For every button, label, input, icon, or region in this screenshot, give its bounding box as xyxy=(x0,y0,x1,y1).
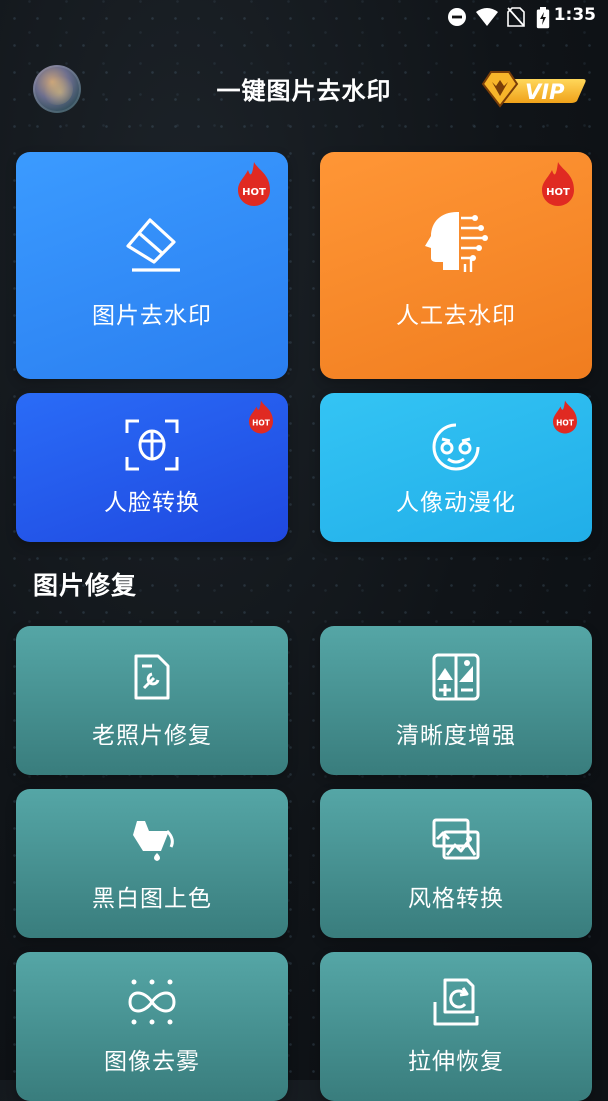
card-label: 黑白图上色 xyxy=(92,886,212,912)
contrast-enhance-icon xyxy=(432,653,480,701)
stretch-restore-icon xyxy=(433,978,479,1026)
face-scan-icon xyxy=(125,419,179,471)
card-anime-portrait[interactable]: HOT 人像动漫化 xyxy=(320,393,592,542)
card-label: 老照片修复 xyxy=(92,723,212,749)
section-title-repair: 图片修复 xyxy=(33,571,138,600)
no-sim-icon xyxy=(507,7,525,27)
card-label: 人工去水印 xyxy=(396,303,516,329)
vip-badge[interactable]: VIP xyxy=(473,69,587,109)
card-manual-removal[interactable]: HOT 人工去水印 xyxy=(320,152,592,379)
photo-repair-icon xyxy=(134,654,170,700)
svg-text:HOT: HOT xyxy=(546,187,570,198)
do-not-disturb-icon xyxy=(448,8,466,26)
status-time: 1:35 xyxy=(553,5,596,25)
card-colorize[interactable]: 黑白图上色 xyxy=(16,789,288,938)
hot-badge-icon: HOT xyxy=(249,400,273,434)
svg-text:HOT: HOT xyxy=(252,418,271,427)
hot-badge-icon: HOT xyxy=(238,162,270,206)
card-label: 清晰度增强 xyxy=(396,723,516,749)
wifi-icon xyxy=(476,8,498,26)
hot-badge-icon: HOT xyxy=(542,162,574,206)
status-bar: 1:35 xyxy=(0,0,608,34)
app-header: 一键图片去水印 VIP xyxy=(0,56,608,122)
card-old-photo-repair[interactable]: 老照片修复 xyxy=(16,626,288,775)
card-label: 人脸转换 xyxy=(104,490,200,516)
eraser-icon xyxy=(126,218,180,272)
hot-badge-icon: HOT xyxy=(553,400,577,434)
dehaze-icon xyxy=(128,979,176,1025)
anime-face-icon xyxy=(432,423,480,471)
vip-label: VIP xyxy=(525,80,565,104)
style-transfer-icon xyxy=(432,818,480,860)
ai-head-icon xyxy=(425,212,488,272)
card-face-swap[interactable]: HOT 人脸转换 xyxy=(16,393,288,542)
svg-text:HOT: HOT xyxy=(556,418,575,427)
paint-bucket-icon xyxy=(133,821,174,861)
card-label: 图像去雾 xyxy=(104,1049,200,1075)
card-style-transfer[interactable]: 风格转换 xyxy=(320,789,592,938)
card-watermark-removal[interactable]: HOT 图片去水印 xyxy=(16,152,288,379)
card-label: 拉伸恢复 xyxy=(408,1049,504,1075)
card-label: 风格转换 xyxy=(408,886,504,912)
card-stretch-restore[interactable]: 拉伸恢复 xyxy=(320,952,592,1101)
svg-text:HOT: HOT xyxy=(242,187,266,198)
battery-charging-icon xyxy=(536,7,550,29)
card-clarity-enhance[interactable]: 清晰度增强 xyxy=(320,626,592,775)
card-label: 图片去水印 xyxy=(92,303,212,329)
card-dehaze[interactable]: 图像去雾 xyxy=(16,952,288,1101)
card-label: 人像动漫化 xyxy=(396,490,516,516)
